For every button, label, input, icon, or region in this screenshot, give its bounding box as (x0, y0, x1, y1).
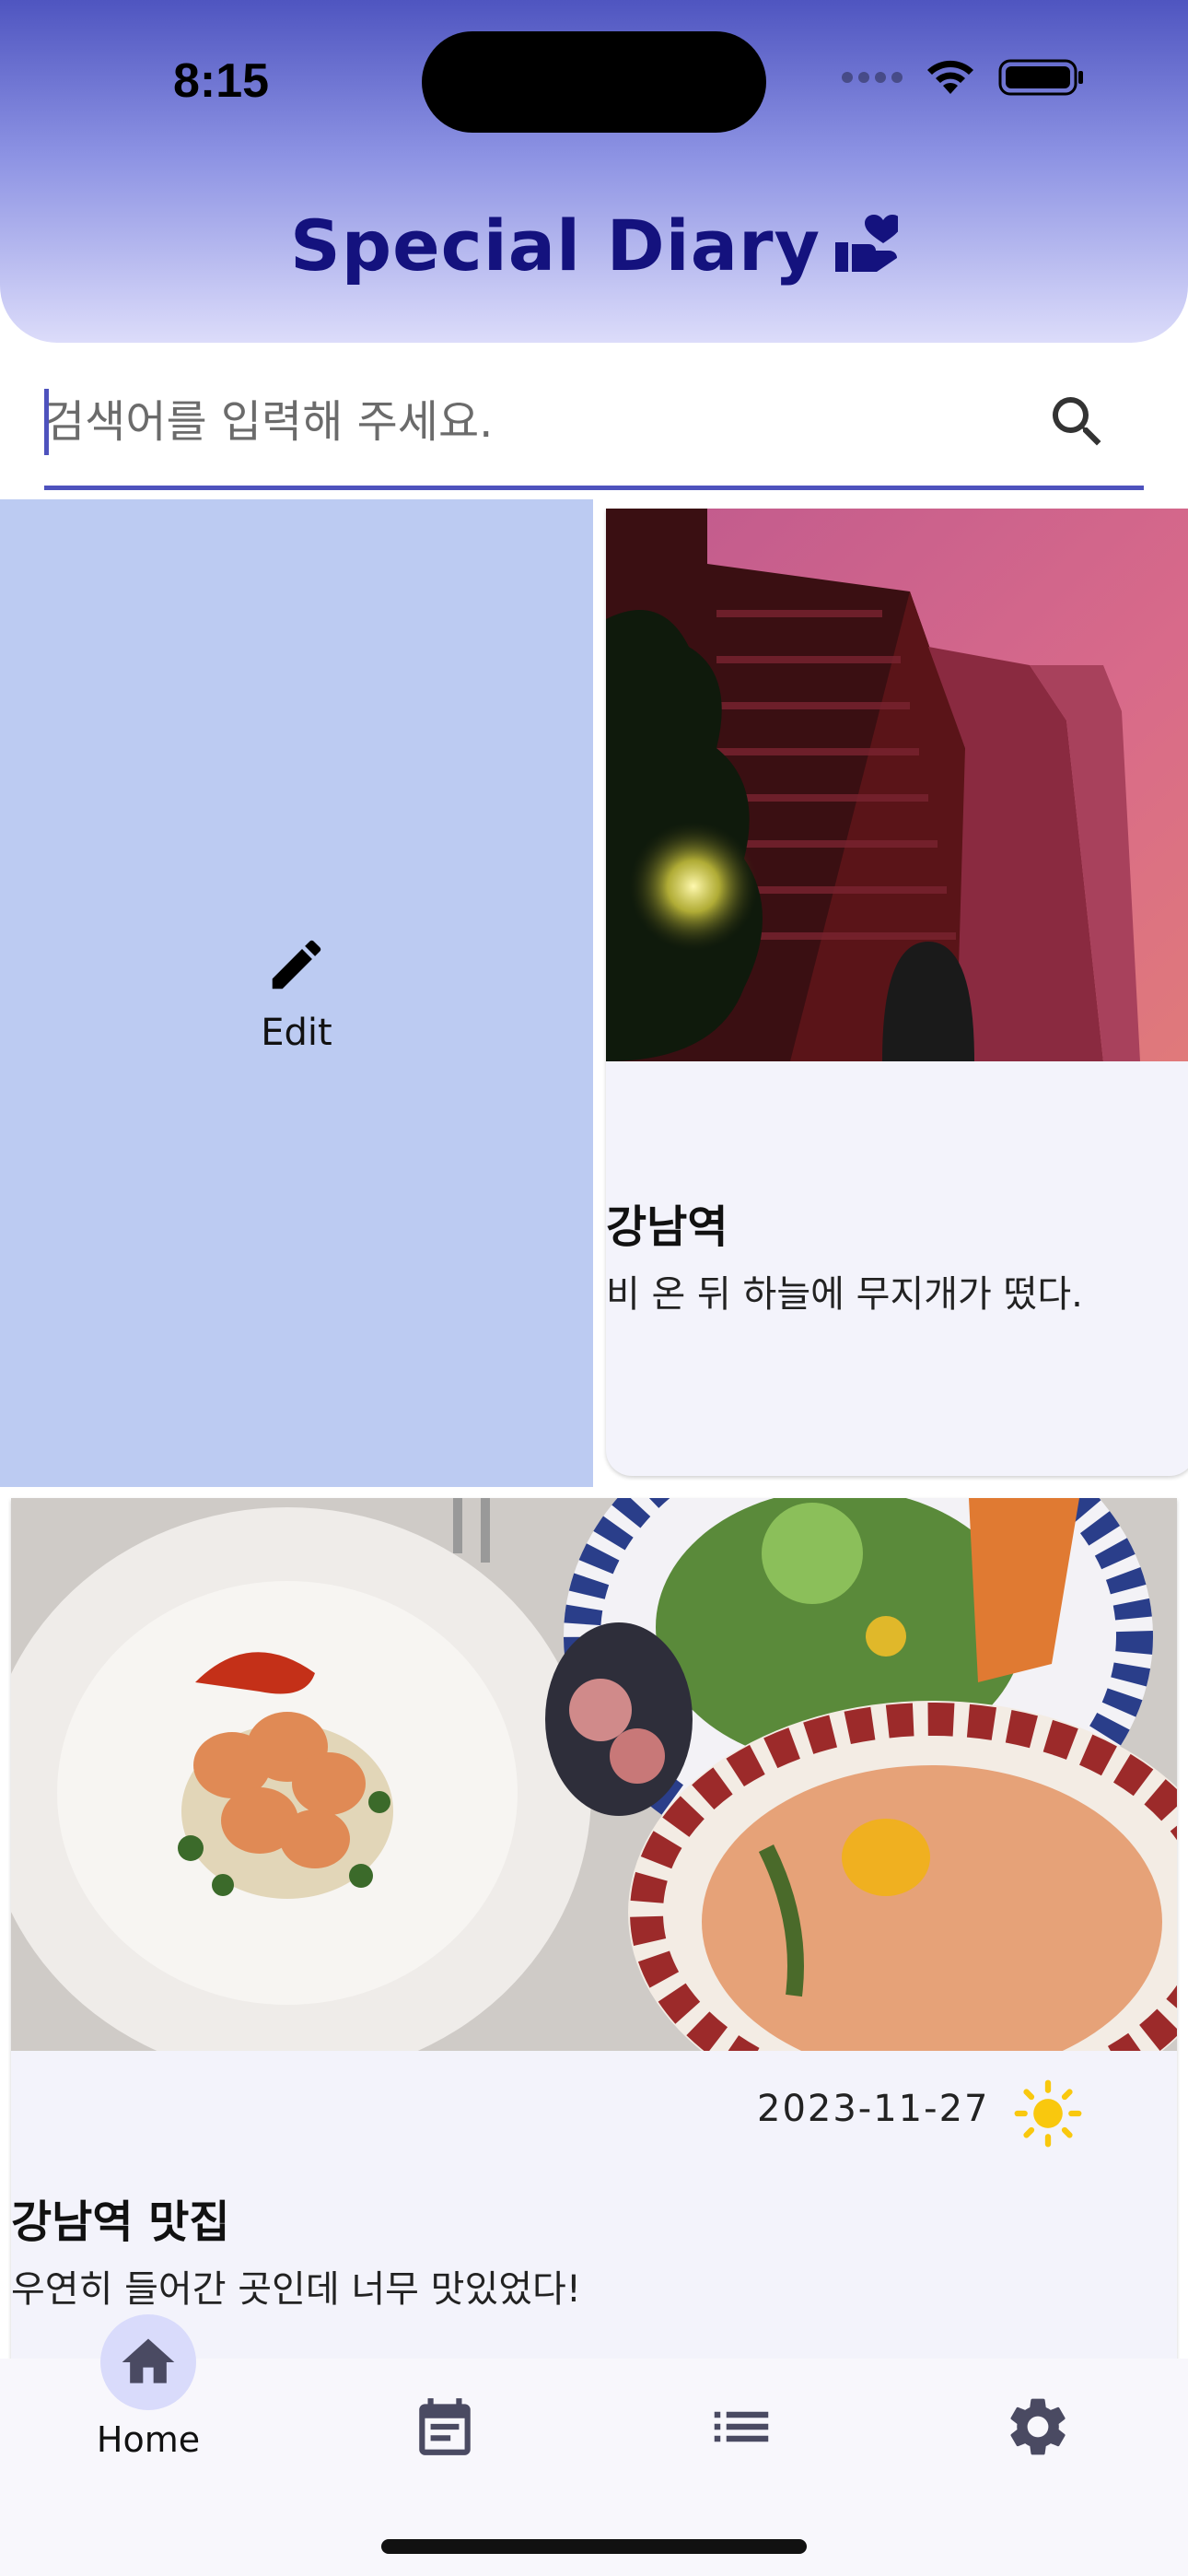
app-title: Special Diary (0, 205, 1188, 292)
list-icon (714, 2411, 769, 2442)
edit-action-tile[interactable]: Edit (0, 499, 593, 1487)
gear-icon (1010, 2398, 1066, 2455)
nav-item-settings[interactable] (890, 2359, 1186, 2524)
wifi-icon (927, 60, 973, 94)
nav-label: Home (96, 2419, 201, 2460)
app-header: 8:15 Special Diary (0, 0, 1188, 343)
search-bar (44, 369, 1144, 490)
home-indicator[interactable] (381, 2539, 807, 2554)
search-icon[interactable] (1044, 389, 1111, 455)
calendar-icon (419, 2398, 471, 2455)
nav-active-indicator (100, 2314, 196, 2410)
nav-item-home[interactable]: Home (0, 2314, 297, 2524)
nav-item-list[interactable] (593, 2359, 890, 2524)
sun-icon (1014, 2079, 1082, 2148)
card-title: 강남역 맛집 (11, 2196, 230, 2248)
edit-label: Edit (261, 1012, 332, 1054)
card-body: 비 온 뒤 하늘에 무지개가 떴다. (606, 1273, 1083, 1316)
diary-card[interactable]: 2023-11-27 강남역 맛집 우연히 들어간 곳인데 너무 맛있었다! (11, 1498, 1177, 2419)
card-title: 강남역 (606, 1201, 728, 1253)
diary-card[interactable]: 강남역 비 온 뒤 하늘에 무지개가 떴다. (606, 509, 1188, 1476)
volunteer-heart-icon (833, 210, 903, 292)
card-body: 우연히 들어간 곳인데 너무 맛있었다! (11, 2268, 581, 2311)
text-cursor (44, 389, 49, 455)
diary-photo (606, 509, 1188, 1061)
status-icons (842, 57, 1085, 98)
battery-icon (998, 59, 1083, 96)
home-icon (122, 2338, 175, 2383)
screen: 8:15 Special Diary 검색어를 입력해 주세요. Edit 강남… (0, 0, 1188, 2576)
dynamic-island (422, 31, 766, 133)
search-input[interactable] (44, 378, 1030, 466)
app-title-text: Special Diary (289, 205, 821, 287)
status-time: 8:15 (173, 54, 270, 108)
pencil-icon (272, 940, 321, 989)
cellular-signal-icon (842, 72, 903, 83)
diary-photo (11, 1498, 1177, 2051)
card-date: 2023-11-27 (757, 2088, 990, 2130)
nav-item-calendar[interactable] (297, 2359, 593, 2524)
